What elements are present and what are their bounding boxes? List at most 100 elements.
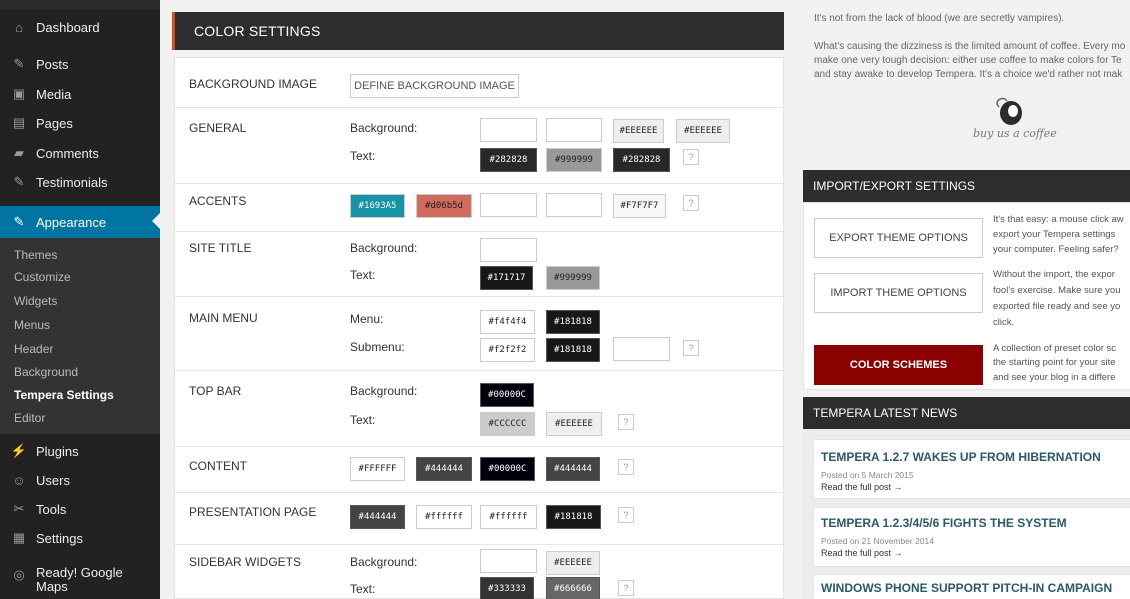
submenu-item-widgets[interactable]: Widgets (14, 294, 57, 308)
color-field[interactable]: #FFFFFF (350, 457, 405, 481)
sidebar-item-pages[interactable]: ▤ Pages (0, 108, 160, 138)
accent-color-field[interactable]: #F7F7F7 (613, 194, 666, 218)
sidebar-item-appearance[interactable]: ✎ Appearance (0, 206, 160, 238)
help-icon[interactable]: ? (618, 459, 634, 475)
import-theme-options-button[interactable]: IMPORT THEME OPTIONS (814, 273, 983, 313)
color-field[interactable]: #CCCCCC (480, 412, 535, 436)
color-schemes-button[interactable]: COLOR SCHEMES (814, 345, 983, 385)
accent-color-field[interactable]: #d06b5d (416, 194, 472, 218)
accent-color-field[interactable]: #1693A5 (350, 194, 405, 218)
wrench-icon: ✂ (13, 501, 25, 516)
color-field[interactable]: #EEEEEE (676, 119, 730, 143)
sidebar-item-label: Comments (36, 145, 99, 161)
help-icon[interactable]: ? (618, 414, 634, 430)
news-title-link[interactable]: TEMPERA 1.2.7 WAKES UP FROM HIBERNATION (821, 450, 1101, 464)
export-theme-options-button[interactable]: EXPORT THEME OPTIONS (814, 218, 983, 258)
color-field[interactable] (546, 118, 602, 142)
sidebar-item-users[interactable]: ☺ Users (0, 465, 160, 495)
color-field[interactable]: #444444 (546, 457, 600, 481)
read-more-link[interactable]: Read the full post → (821, 548, 903, 558)
help-icon[interactable]: ? (683, 149, 699, 165)
submenu-item-background[interactable]: Background (14, 365, 78, 379)
row-site-title: SITE TITLE Background: Text: #171717 #99… (175, 232, 785, 297)
color-field[interactable]: #00000C (480, 457, 535, 481)
text-label: Text: (350, 268, 376, 282)
accent-color-field[interactable] (480, 193, 537, 217)
sidebar-item-posts[interactable]: ✎ Posts (0, 49, 160, 79)
coffee-cup-icon (996, 97, 1022, 125)
news-date: Posted on 21 November 2014 (821, 536, 934, 546)
row-presentation-page: PRESENTATION PAGE #444444 #ffffff #fffff… (175, 493, 785, 545)
color-field[interactable]: #444444 (350, 505, 405, 529)
color-field[interactable]: #EEEEEE (546, 412, 602, 436)
news-item: WINDOWS PHONE SUPPORT PITCH-IN CAMPAIGN (813, 574, 1130, 599)
color-field[interactable] (480, 238, 537, 262)
pin-icon: ✎ (13, 174, 25, 189)
color-field[interactable]: #EEEEEE (613, 119, 664, 143)
row-general: GENERAL Background: Text: #EEEEEE #EEEEE… (175, 108, 785, 184)
help-icon[interactable]: ? (618, 507, 634, 523)
admin-sidebar: ⌂ Dashboard ✎ Posts ▣ Media ▤ Pages ▰ Co… (0, 0, 160, 599)
submenu-item-editor[interactable]: Editor (14, 411, 45, 425)
color-field[interactable] (480, 118, 537, 142)
sidebar-item-label: Users (36, 472, 70, 488)
sidebar-item-label: Plugins (36, 443, 79, 459)
color-field[interactable]: #333333 (480, 577, 534, 599)
color-field[interactable] (480, 549, 537, 573)
color-field[interactable]: #EEEEEE (546, 551, 600, 575)
color-field[interactable]: #666666 (546, 577, 600, 599)
color-field[interactable]: #ffffff (416, 505, 472, 529)
help-icon[interactable]: ? (618, 580, 634, 596)
color-field[interactable]: #181818 (546, 338, 600, 362)
row-label: ACCENTS (189, 194, 247, 208)
read-more-link[interactable]: Read the full post → (821, 482, 903, 492)
buy-coffee-link[interactable]: buy us a coffee (973, 95, 1063, 145)
sidebar-item-testimonials[interactable]: ✎ Testimonials (0, 167, 160, 197)
color-field[interactable]: #444444 (416, 457, 472, 481)
color-field[interactable] (613, 337, 670, 361)
row-background-image: BACKGROUND IMAGE DEFINE BACKGROUND IMAGE (175, 58, 785, 108)
color-field[interactable]: #ffffff (480, 505, 537, 529)
submenu-item-tempera-settings[interactable]: Tempera Settings (14, 388, 114, 402)
accent-color-field[interactable] (546, 193, 602, 217)
submenu-item-header[interactable]: Header (14, 342, 53, 356)
sidebar-item-label: Tools (36, 501, 67, 517)
sidebar-item-settings[interactable]: ▦ Settings (0, 523, 160, 553)
submenu-item-themes[interactable]: Themes (14, 248, 57, 262)
row-label: PRESENTATION PAGE (189, 505, 317, 519)
sidebar-item-google-maps[interactable]: ◎ Ready! Google Maps (0, 562, 160, 598)
background-label: Background: (350, 384, 418, 398)
submenu-item-customize[interactable]: Customize (14, 270, 71, 284)
sidebar-item-plugins[interactable]: ⚡ Plugins (0, 436, 160, 466)
color-field[interactable]: #282828 (613, 148, 670, 172)
row-label: SITE TITLE (189, 241, 252, 255)
submenu-item-menus[interactable]: Menus (14, 318, 50, 332)
help-icon[interactable]: ? (683, 195, 699, 211)
help-icon[interactable]: ? (683, 340, 699, 356)
color-field[interactable]: #f2f2f2 (480, 338, 535, 362)
import-description: fool's exercise. Make sure you (993, 285, 1121, 296)
define-background-image-button[interactable]: DEFINE BACKGROUND IMAGE (350, 74, 519, 98)
admin-bar-strip (0, 0, 160, 9)
color-field[interactable]: #171717 (480, 266, 533, 290)
appearance-submenu: Themes Customize Widgets Menus Header Ba… (0, 238, 160, 434)
color-field[interactable]: #181818 (546, 310, 600, 334)
color-field[interactable]: #181818 (546, 505, 601, 529)
sidebar-item-tools[interactable]: ✂ Tools (0, 494, 160, 524)
sidebar-item-media[interactable]: ▣ Media (0, 79, 160, 109)
intro-text: What's causing the dizziness is the limi… (814, 41, 1126, 52)
submenu-label: Submenu: (350, 340, 405, 354)
color-field[interactable]: #282828 (480, 148, 537, 172)
sidebar-item-comments[interactable]: ▰ Comments (0, 138, 160, 168)
row-label: TOP BAR (189, 384, 242, 398)
news-title-link[interactable]: TEMPERA 1.2.3/4/5/6 FIGHTS THE SYSTEM (821, 516, 1067, 530)
row-sidebar-widgets: SIDEBAR WIDGETS Background: Text: #EEEEE… (175, 545, 785, 599)
plug-icon: ⚡ (10, 443, 28, 458)
color-field[interactable]: #999999 (546, 148, 602, 172)
color-field[interactable]: #999999 (546, 266, 600, 290)
color-field[interactable]: #00000C (480, 383, 534, 407)
news-title-link[interactable]: WINDOWS PHONE SUPPORT PITCH-IN CAMPAIGN (821, 581, 1112, 595)
color-field[interactable]: #f4f4f4 (480, 310, 535, 334)
news-item: TEMPERA 1.2.7 WAKES UP FROM HIBERNATION … (813, 439, 1130, 499)
sidebar-item-dashboard[interactable]: ⌂ Dashboard (0, 12, 160, 42)
